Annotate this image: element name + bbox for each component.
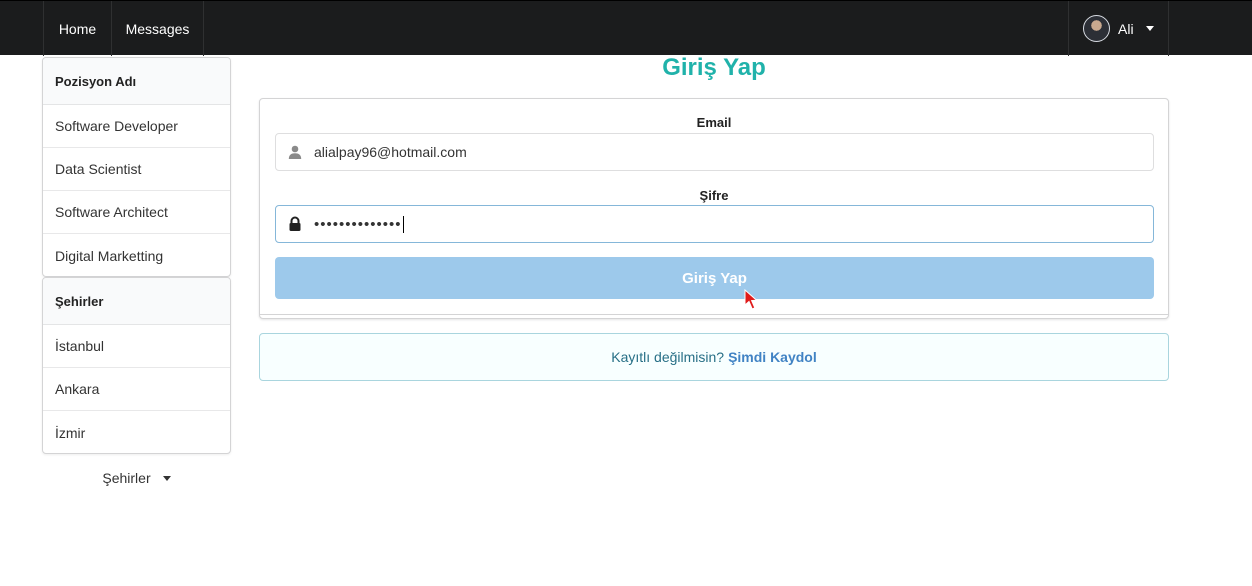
nav-messages-link[interactable]: Messages bbox=[112, 1, 204, 56]
email-field[interactable]: alialpay96@hotmail.com bbox=[275, 133, 1154, 171]
cities-menu-header: Şehirler bbox=[43, 278, 230, 325]
city-item-ankara[interactable]: Ankara bbox=[43, 368, 230, 411]
email-label: Email bbox=[696, 115, 732, 130]
email-value: alialpay96@hotmail.com bbox=[314, 144, 467, 160]
city-item-izmir[interactable]: İzmir bbox=[43, 411, 230, 453]
positions-menu: Pozisyon Adı Software Developer Data Sci… bbox=[42, 57, 231, 277]
login-form: Email alialpay96@hotmail.com Şifre •••••… bbox=[259, 98, 1169, 319]
password-value: •••••••••••••• bbox=[314, 215, 402, 233]
caret-down-icon bbox=[1145, 26, 1154, 31]
lock-icon bbox=[289, 216, 301, 231]
login-submit-button[interactable]: Giriş Yap bbox=[275, 257, 1154, 299]
card-divider bbox=[260, 314, 1168, 315]
city-dropdown[interactable]: Şehirler bbox=[42, 466, 231, 490]
position-item-digital-marketting[interactable]: Digital Marketting bbox=[43, 234, 230, 276]
position-item-data-scientist[interactable]: Data Scientist bbox=[43, 148, 230, 191]
cities-menu: Şehirler İstanbul Ankara İzmir bbox=[42, 277, 231, 454]
mouse-pointer-icon bbox=[744, 289, 758, 310]
register-message: Kayıtlı değilmisin? Şimdi Kaydol bbox=[259, 333, 1169, 381]
caret-down-icon bbox=[162, 475, 171, 481]
city-dropdown-label: Şehirler bbox=[102, 470, 151, 486]
register-link[interactable]: Şimdi Kaydol bbox=[728, 349, 817, 365]
positions-menu-header: Pozisyon Adı bbox=[43, 58, 230, 105]
text-cursor bbox=[402, 215, 404, 233]
position-item-software-developer[interactable]: Software Developer bbox=[43, 105, 230, 148]
avatar bbox=[1083, 15, 1110, 42]
register-prompt: Kayıtlı değilmisin? bbox=[611, 349, 725, 365]
position-item-software-architect[interactable]: Software Architect bbox=[43, 191, 230, 234]
password-label: Şifre bbox=[699, 188, 729, 203]
top-navbar: Home Messages Ali bbox=[0, 0, 1252, 56]
city-item-istanbul[interactable]: İstanbul bbox=[43, 325, 230, 368]
nav-home-link[interactable]: Home bbox=[43, 1, 112, 56]
page-title: Giriş Yap bbox=[662, 54, 766, 81]
password-field[interactable]: •••••••••••••• bbox=[275, 205, 1154, 243]
user-name: Ali bbox=[1118, 20, 1134, 37]
user-icon bbox=[288, 145, 302, 159]
user-menu-dropdown[interactable]: Ali bbox=[1068, 1, 1169, 56]
